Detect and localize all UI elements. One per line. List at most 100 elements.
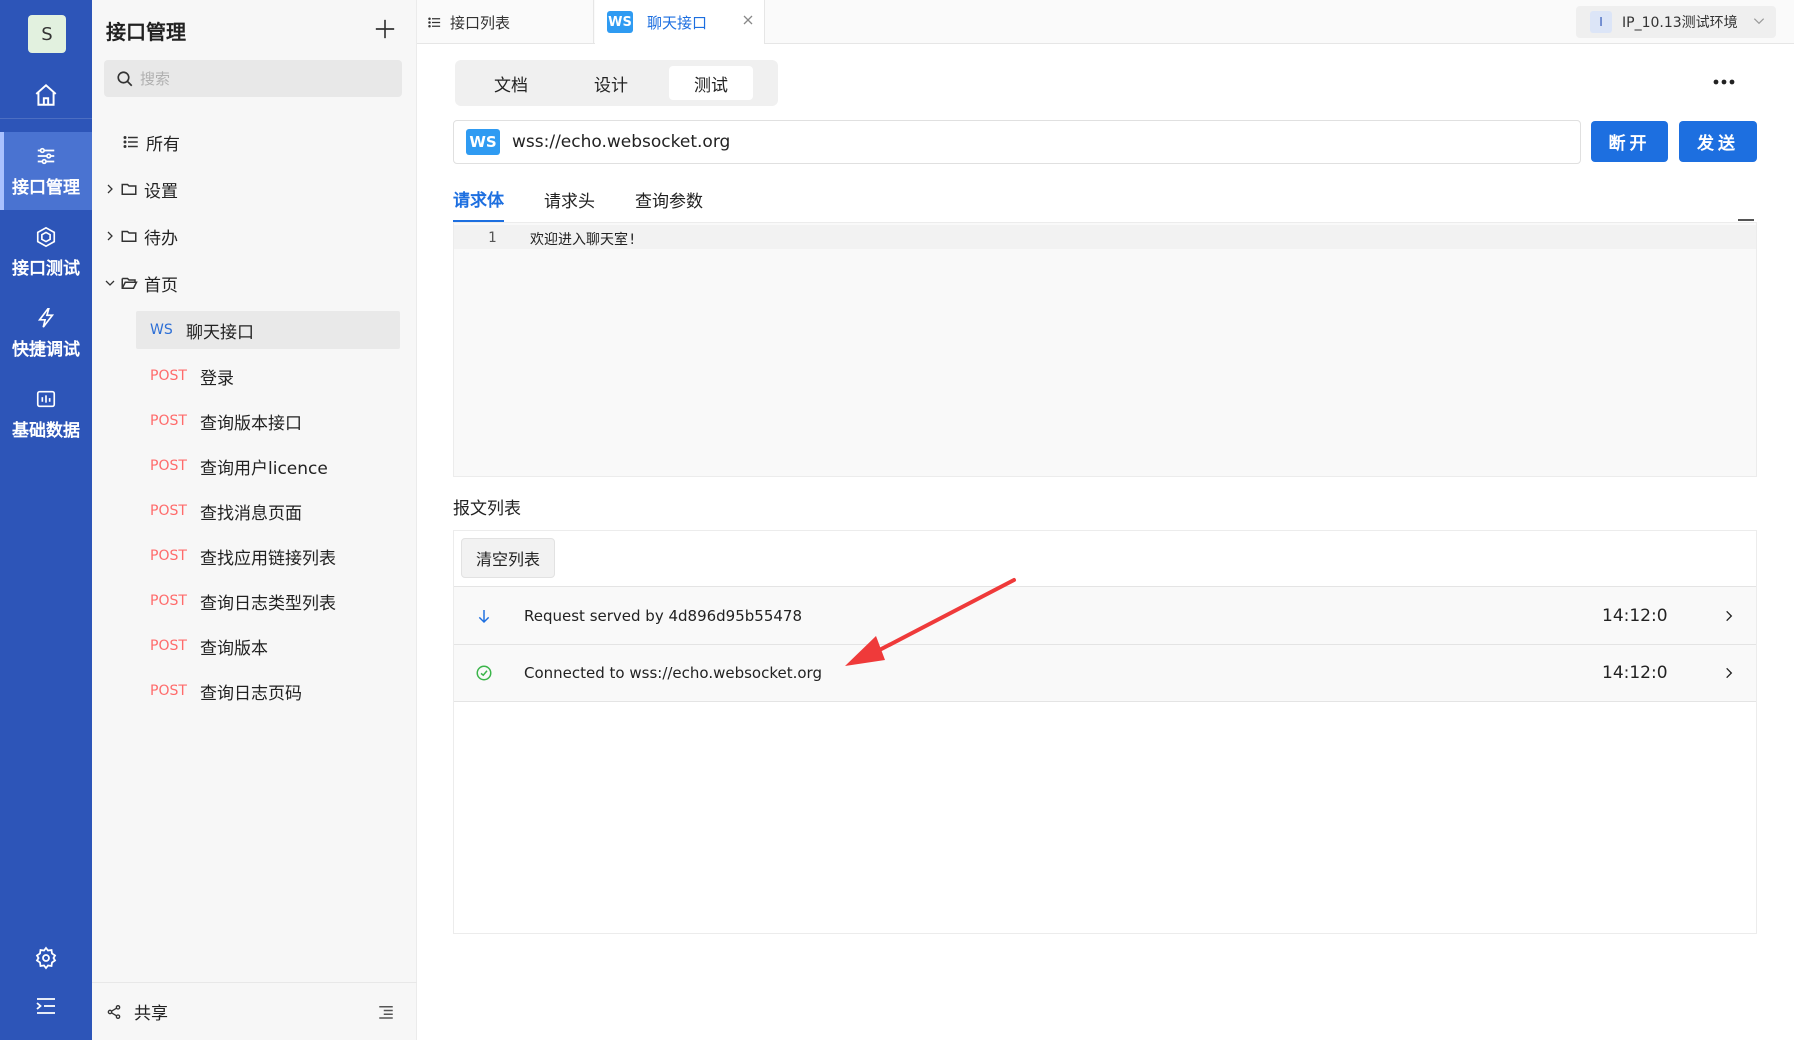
request-subtabs: 请求体 请求头 查询参数: [453, 176, 743, 224]
environment-select[interactable]: I IP_10.13测试环境: [1576, 6, 1776, 38]
more-icon[interactable]: [1710, 70, 1738, 94]
api-item-login[interactable]: POST 登录: [136, 357, 400, 395]
method-tag: POST: [150, 413, 187, 429]
send-button[interactable]: 发送: [1679, 121, 1757, 162]
disconnect-button[interactable]: 断开: [1591, 121, 1668, 162]
tab-request-body[interactable]: 请求体: [453, 176, 504, 222]
arrow-down-icon: [454, 608, 514, 624]
message-row[interactable]: Connected to wss://echo.websocket.org 14…: [454, 644, 1756, 702]
api-item-query-version[interactable]: POST 查询版本: [136, 627, 400, 665]
tree-item-label: 设置: [144, 181, 178, 202]
data-icon: [36, 390, 56, 407]
tab-bar: 接口列表 WS 聊天接口 I IP_10.13测试环境: [417, 0, 1794, 44]
rail-item-api-test[interactable]: 接口测试: [0, 213, 92, 291]
folder-icon: [120, 180, 138, 198]
line-number: 1: [488, 230, 497, 246]
left-rail: S 接口管理 接口测试 快捷调试 基础数据: [0, 0, 92, 1040]
collapse-panel-icon[interactable]: [377, 1003, 395, 1026]
lightning-icon: [37, 307, 55, 328]
tree-folder-home[interactable]: 首页: [100, 267, 178, 299]
message-time: 14:12:0: [1602, 663, 1668, 683]
api-item-find-message-page[interactable]: POST 查找消息页面: [136, 492, 400, 530]
rail-item-base-data[interactable]: 基础数据: [0, 375, 92, 453]
home-icon[interactable]: [0, 72, 92, 118]
tab-api-list[interactable]: 接口列表: [417, 0, 594, 44]
api-tree-panel: 接口管理 所有 设置 待办 首页 WS 聊天接口 POST 登录 POST 查询…: [92, 0, 417, 1040]
check-circle-icon: [454, 664, 514, 682]
active-line-highlight: [454, 225, 1756, 249]
url-bar: WS: [453, 120, 1581, 164]
method-tag: WS: [150, 322, 173, 338]
rail-item-label: 基础数据: [12, 420, 80, 441]
search-icon: [117, 70, 133, 86]
add-icon[interactable]: [370, 14, 400, 44]
tab-chat-api[interactable]: WS 聊天接口: [595, 0, 765, 44]
rail-item-label: 快捷调试: [12, 339, 80, 360]
url-input[interactable]: [512, 132, 1512, 152]
api-item-query-licence[interactable]: POST 查询用户licence: [136, 447, 400, 485]
message-list: 清空列表 Request served by 4d896d95b55478 14…: [453, 530, 1757, 934]
api-name: 查询版本接口: [200, 413, 302, 434]
folder-open-icon: [120, 274, 138, 292]
tree-item-label: 待办: [144, 228, 178, 249]
search-input[interactable]: [140, 69, 380, 88]
chevron-right-icon: [100, 183, 120, 195]
tab-test[interactable]: 测试: [669, 66, 753, 100]
menu-collapse-icon[interactable]: [0, 986, 92, 1026]
message-row[interactable]: Request served by 4d896d95b55478 14:12:0: [454, 586, 1756, 644]
chevron-down-icon: [100, 277, 120, 289]
tab-label: 接口列表: [450, 13, 511, 32]
avatar[interactable]: S: [28, 15, 66, 53]
body-editor[interactable]: 1 欢迎进入聊天室!: [453, 219, 1757, 477]
ws-badge: WS: [466, 129, 500, 155]
api-name: 查询日志页码: [200, 683, 302, 704]
view-mode-segment: 文档 设计 测试: [455, 60, 778, 106]
method-tag: POST: [150, 638, 187, 654]
api-item-query-log-types[interactable]: POST 查询日志类型列表: [136, 582, 400, 620]
api-name: 查找消息页面: [200, 503, 302, 524]
method-tag: POST: [150, 503, 187, 519]
close-icon[interactable]: [742, 14, 754, 26]
env-label: IP_10.13测试环境: [1622, 15, 1738, 31]
api-item-find-app-links[interactable]: POST 查找应用链接列表: [136, 537, 400, 575]
api-name: 查询版本: [200, 638, 268, 659]
tab-query-params[interactable]: 查询参数: [635, 176, 703, 222]
tree-item-all[interactable]: 所有: [122, 126, 180, 158]
settings-gear-icon[interactable]: [0, 938, 92, 978]
chevron-right-icon[interactable]: [1722, 666, 1736, 680]
message-text: Connected to wss://echo.websocket.org: [524, 664, 822, 682]
method-tag: POST: [150, 548, 187, 564]
chevron-down-icon: [1752, 14, 1766, 32]
method-tag: POST: [150, 458, 187, 474]
minimize-icon[interactable]: [1738, 219, 1754, 221]
rail-item-label: 接口测试: [12, 258, 80, 279]
tree-item-label: 所有: [146, 134, 180, 155]
rail-item-quick-debug[interactable]: 快捷调试: [0, 294, 92, 372]
api-item-chat[interactable]: WS 聊天接口: [136, 311, 400, 349]
message-text: Request served by 4d896d95b55478: [524, 606, 803, 625]
tab-request-headers[interactable]: 请求头: [544, 176, 595, 222]
share-icon: [107, 1004, 121, 1019]
rail-item-api-management[interactable]: 接口管理: [0, 132, 92, 210]
method-tag: POST: [150, 593, 187, 609]
list-icon: [122, 133, 140, 151]
tree-item-label: 首页: [144, 275, 178, 296]
api-item-query-version-api[interactable]: POST 查询版本接口: [136, 402, 400, 440]
api-name: 聊天接口: [186, 322, 254, 343]
share-bar[interactable]: 共享: [92, 982, 417, 1040]
api-name: 登录: [200, 368, 234, 389]
rail-divider: [0, 118, 92, 119]
clear-list-button[interactable]: 清空列表: [461, 538, 556, 578]
tab-design[interactable]: 设计: [569, 66, 653, 100]
tree-folder-settings[interactable]: 设置: [100, 173, 178, 205]
tree-folder-todo[interactable]: 待办: [100, 220, 178, 252]
panel-title: 接口管理: [106, 20, 186, 44]
sliders-icon: [37, 147, 55, 164]
api-item-query-log-page[interactable]: POST 查询日志页码: [136, 672, 400, 710]
tab-docs[interactable]: 文档: [469, 66, 553, 100]
api-name: 查找应用链接列表: [200, 548, 336, 569]
api-name: 查询用户licence: [200, 458, 328, 479]
share-label: 共享: [134, 1004, 168, 1024]
hexagon-icon: [36, 226, 56, 247]
chevron-right-icon[interactable]: [1722, 609, 1736, 623]
